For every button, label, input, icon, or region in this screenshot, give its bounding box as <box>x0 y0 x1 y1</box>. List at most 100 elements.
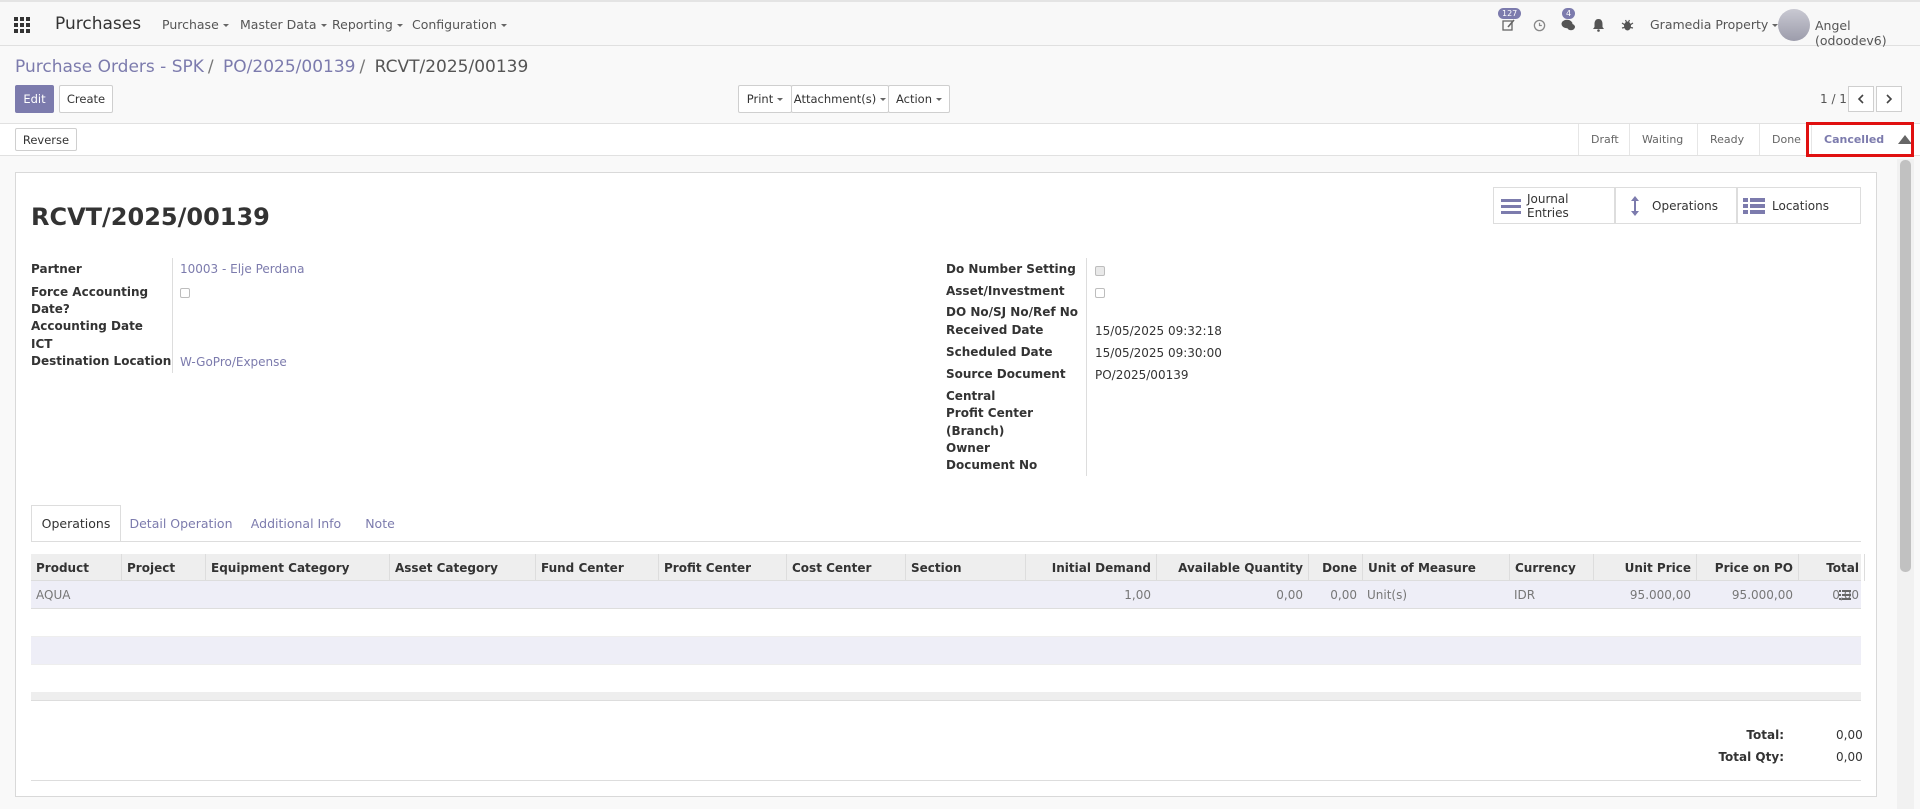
cell-initial-demand[interactable]: 1,00 <box>1025 581 1156 609</box>
asset-investment-checkbox[interactable] <box>1095 288 1105 298</box>
column-initial-demand[interactable]: Initial Demand <box>1025 554 1156 581</box>
cell-currency[interactable]: IDR <box>1509 581 1593 609</box>
status-bar: Reverse Draft Waiting Ready Done Cancell… <box>0 123 1920 156</box>
column-section[interactable]: Section <box>905 554 1025 581</box>
cell-price-on-po[interactable]: 95.000,00 <box>1696 581 1798 609</box>
reverse-button[interactable]: Reverse <box>15 128 77 151</box>
tab-additional-info[interactable]: Additional Info <box>247 505 345 542</box>
apps-grid-icon[interactable] <box>14 17 30 33</box>
cell-unit-price[interactable]: 95.000,00 <box>1593 581 1696 609</box>
cell-done[interactable]: 0,00 <box>1308 581 1362 609</box>
cell-equipment-category[interactable] <box>205 581 389 609</box>
cell-available-quantity[interactable]: 0,00 <box>1156 581 1308 609</box>
column-asset-category[interactable]: Asset Category <box>389 554 535 581</box>
table-row[interactable]: AQUA 1,00 0,00 0,00 Unit(s) IDR 95.000,0… <box>31 581 1861 609</box>
column-price-on-po[interactable]: Price on PO <box>1696 554 1798 581</box>
pager-previous-button[interactable] <box>1848 86 1874 112</box>
bug-icon[interactable] <box>1618 16 1636 34</box>
cell-fund-center[interactable] <box>535 581 658 609</box>
breadcrumb-po[interactable]: PO/2025/00139 <box>223 57 355 77</box>
destination-location-value[interactable]: W-GoPro/Expense <box>180 355 287 369</box>
column-total[interactable]: Total <box>1798 554 1864 581</box>
column-profit-center[interactable]: Profit Center <box>658 554 786 581</box>
print-button[interactable]: Print <box>738 85 792 113</box>
chat-icon[interactable]: 4 <box>1559 8 1577 34</box>
total-value: 0,00 <box>1836 728 1863 742</box>
received-date-label: Received Date <box>946 323 1044 337</box>
ict-label: ICT <box>31 337 53 351</box>
cell-unit-of-measure[interactable]: Unit(s) <box>1362 581 1509 609</box>
menu-configuration[interactable]: Configuration <box>412 17 507 32</box>
tab-operations[interactable]: Operations <box>31 505 121 542</box>
total-qty-label: Total Qty: <box>1718 750 1784 764</box>
source-document-label: Source Document <box>946 367 1066 381</box>
company-switcher[interactable]: Gramedia Property <box>1650 17 1779 32</box>
breadcrumb-current: RCVT/2025/00139 <box>374 57 529 77</box>
cell-section[interactable] <box>905 581 1025 609</box>
tab-detail-operation[interactable]: Detail Operation <box>126 505 236 542</box>
operations-smart-button[interactable]: Operations <box>1615 187 1737 224</box>
do-number-setting-checkbox[interactable] <box>1095 266 1105 276</box>
stage-draft[interactable]: Draft <box>1578 124 1629 155</box>
column-currency[interactable]: Currency <box>1509 554 1593 581</box>
accounting-date-label: Accounting Date <box>31 319 143 333</box>
column-cost-center[interactable]: Cost Center <box>786 554 905 581</box>
avatar[interactable] <box>1778 9 1810 41</box>
locations-button[interactable]: Locations <box>1737 187 1861 224</box>
pager-value[interactable]: 1 / 1 <box>1820 92 1847 106</box>
caret-down-icon <box>396 24 403 27</box>
stage-ready[interactable]: Ready <box>1697 124 1759 155</box>
action-button[interactable]: Action <box>888 85 950 113</box>
pager-next-button[interactable] <box>1876 86 1902 112</box>
column-available-quantity[interactable]: Available Quantity <box>1156 554 1308 581</box>
tab-note[interactable]: Note <box>355 505 405 542</box>
menu-purchase[interactable]: Purchase <box>162 17 229 32</box>
caret-down-icon <box>936 97 943 101</box>
breadcrumb-purchase-orders[interactable]: Purchase Orders - SPK <box>15 57 204 77</box>
cell-product[interactable]: AQUA <box>31 581 121 609</box>
column-project[interactable]: Project <box>121 554 205 581</box>
scrollbar-thumb[interactable] <box>1900 160 1911 572</box>
column-fund-center[interactable]: Fund Center <box>535 554 658 581</box>
received-date-value: 15/05/2025 09:32:18 <box>1095 324 1222 338</box>
record-title: RCVT/2025/00139 <box>31 203 270 231</box>
cell-project[interactable] <box>121 581 205 609</box>
cell-cost-center[interactable] <box>786 581 905 609</box>
app-title: Purchases <box>55 14 142 34</box>
create-button[interactable]: Create <box>59 85 113 113</box>
cell-profit-center[interactable] <box>658 581 786 609</box>
caret-down-icon <box>320 24 327 27</box>
menu-master-data[interactable]: Master Data <box>240 17 327 32</box>
list-icon <box>1501 198 1521 214</box>
caret-down-icon <box>777 97 784 101</box>
stage-waiting[interactable]: Waiting <box>1629 124 1697 155</box>
column-unit-of-measure[interactable]: Unit of Measure <box>1362 554 1509 581</box>
edit-button[interactable]: Edit <box>15 85 54 113</box>
clock-icon[interactable] <box>1530 16 1548 34</box>
chevron-right-icon <box>1886 94 1893 104</box>
attachments-button[interactable]: Attachment(s) <box>791 85 889 113</box>
caret-down-icon <box>880 97 887 101</box>
column-done[interactable]: Done <box>1308 554 1362 581</box>
user-menu[interactable]: Angel (odoodev6) <box>1815 18 1920 48</box>
stage-done[interactable]: Done <box>1759 124 1811 155</box>
bell-icon[interactable] <box>1589 16 1607 34</box>
column-product[interactable]: Product <box>31 554 121 581</box>
force-accounting-checkbox[interactable] <box>180 288 190 298</box>
empty-row <box>31 665 1861 693</box>
column-unit-price[interactable]: Unit Price <box>1593 554 1696 581</box>
partner-value[interactable]: 10003 - Elje Perdana <box>180 262 304 276</box>
table-footer <box>31 692 1861 701</box>
column-equipment-category[interactable]: Equipment Category <box>205 554 389 581</box>
field-divider <box>1086 258 1087 476</box>
row-detail-list-icon[interactable] <box>1834 581 1864 609</box>
profit-center-label-2: (Branch) <box>946 424 1005 438</box>
menu-reporting[interactable]: Reporting <box>332 17 403 32</box>
central-label: Central <box>946 389 996 403</box>
activities-edit-icon[interactable]: 127 <box>1498 8 1522 34</box>
table-list-icon <box>1743 197 1765 214</box>
cell-asset-category[interactable] <box>389 581 535 609</box>
profit-center-label: Profit Center <box>946 406 1034 420</box>
journal-entries-button[interactable]: Journal Entries <box>1493 187 1615 224</box>
asset-investment-label: Asset/Investment <box>946 284 1065 298</box>
